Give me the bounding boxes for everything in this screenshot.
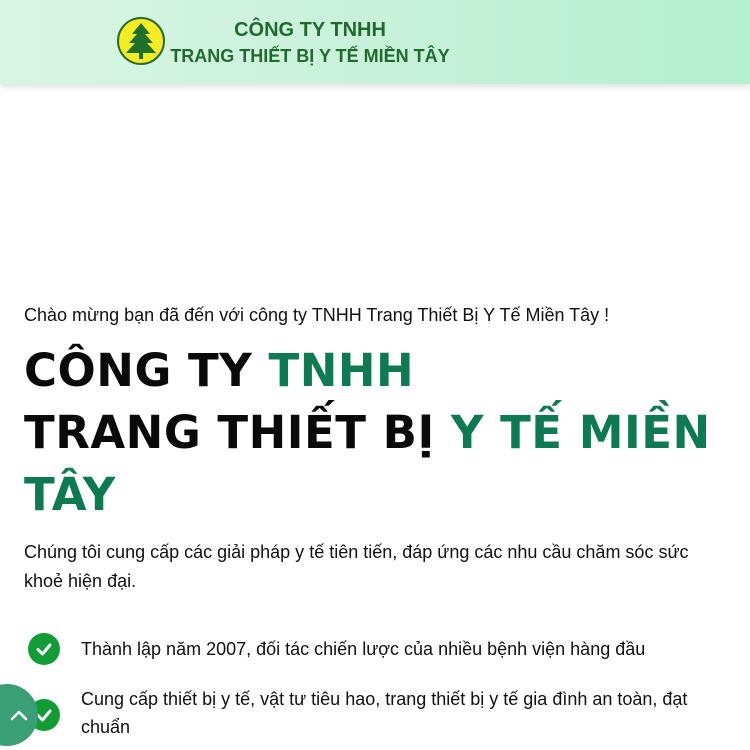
- brand-name[interactable]: CÔNG TY TNHH TRANG THIẾT BỊ Y TẾ MIỀN TÂ…: [170, 17, 450, 69]
- title-accent-1: TNHH: [268, 344, 415, 397]
- brand-line-1: CÔNG TY TNHH: [234, 19, 386, 41]
- pine-tree-icon: [126, 23, 156, 59]
- company-logo[interactable]: [117, 17, 165, 65]
- welcome-text: Chào mừng bạn đã đến với công ty TNHH Tr…: [24, 305, 610, 325]
- feature-text: Thành lập năm 2007, đối tác chiến lược c…: [81, 639, 646, 659]
- hero-description: Chúng tôi cung cấp các giải pháp y tế ti…: [24, 542, 689, 591]
- chevron-up-icon: [10, 710, 28, 721]
- site-header: CÔNG TY TNHH TRANG THIẾT BỊ Y TẾ MIỀN TÂ…: [0, 0, 750, 84]
- brand-line-2: TRANG THIẾT BỊ Y TẾ MIỀN TÂY: [170, 46, 450, 66]
- page-title: CÔNG TY TNHH TRANG THIẾT BỊ Y TẾ MIỀN TÂ…: [24, 340, 724, 526]
- scroll-to-top-button[interactable]: [0, 684, 38, 746]
- title-part-2: TRANG THIẾT BỊ: [24, 406, 451, 459]
- title-part-1: CÔNG TY: [24, 344, 269, 397]
- feature-text: Cung cấp thiết bị y tế, vật tư tiêu hao,…: [81, 689, 688, 737]
- check-circle-icon: [28, 633, 60, 665]
